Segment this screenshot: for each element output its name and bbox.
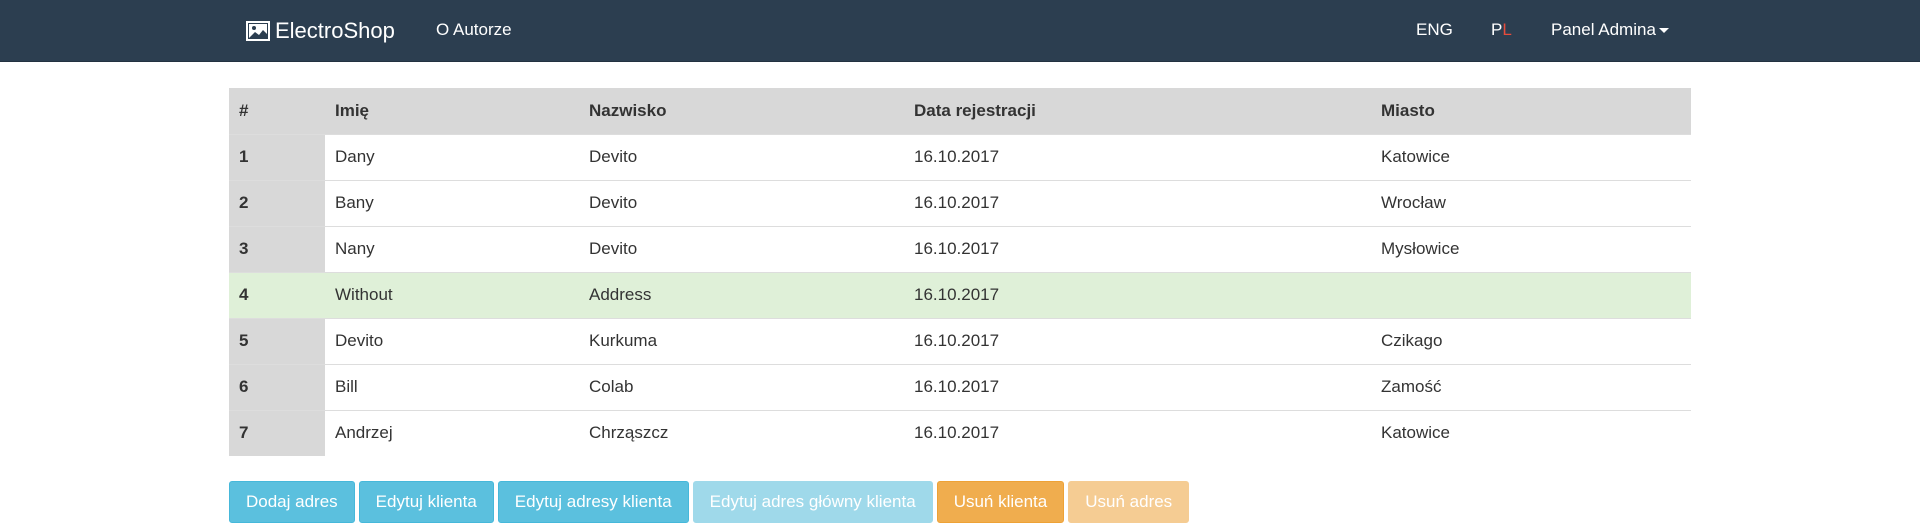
table-row[interactable]: 1 Dany Devito 16.10.2017 Katowice: [229, 134, 1691, 180]
city-cell: Zamość: [1381, 377, 1442, 396]
last-name-cell: Devito: [589, 147, 638, 166]
date-cell: 16.10.2017: [914, 423, 1000, 443]
table-row[interactable]: 3 Nany Devito 16.10.2017 Mysłowice: [229, 226, 1691, 272]
brand-link[interactable]: ElectroShop: [246, 14, 395, 48]
header-index: #: [239, 100, 249, 120]
date-cell: 16.10.2017: [914, 377, 1000, 396]
first-name-cell: Devito: [335, 331, 384, 350]
navbar: ElectroShop O Autorze ENG PL Panel Admin…: [0, 0, 1920, 62]
row-index: 6: [229, 364, 325, 410]
city-cell: Mysłowice: [1381, 239, 1460, 258]
header-last-name: Nazwisko: [589, 100, 667, 120]
row-index: 7: [229, 410, 325, 456]
table-row[interactable]: 2 Bany Devito 16.10.2017 Wrocław: [229, 180, 1691, 226]
lang-pl-l: L: [1502, 20, 1512, 39]
date-cell: 16.10.2017: [914, 331, 1000, 350]
date-cell: 16.10.2017: [904, 272, 1371, 318]
first-name-cell: Andrzej: [335, 423, 393, 443]
table-row[interactable]: 7 Andrzej Chrząszcz 16.10.2017 Katowice: [229, 410, 1691, 456]
row-index: 1: [229, 134, 325, 180]
table-row[interactable]: 6 Bill Colab 16.10.2017 Zamość: [229, 364, 1691, 410]
city-cell: Katowice: [1381, 423, 1450, 443]
city-cell: Katowice: [1381, 147, 1450, 166]
row-index: 2: [229, 180, 325, 226]
city-cell: Wrocław: [1381, 193, 1446, 212]
table-header-row: # Imię Nazwisko Data rejestracji Miasto: [229, 88, 1691, 134]
delete-address-button[interactable]: Usuń adres: [1068, 481, 1190, 523]
last-name-cell: Chrząszcz: [589, 423, 669, 443]
edit-client-button[interactable]: Edytuj klienta: [358, 481, 494, 523]
first-name-cell: Dany: [335, 147, 375, 166]
nav-about[interactable]: O Autorze: [436, 20, 512, 40]
lang-pl-p: P: [1491, 20, 1503, 39]
last-name-cell: Devito: [589, 193, 638, 212]
first-name-cell: Without: [325, 272, 579, 318]
last-name-cell: Devito: [589, 239, 638, 258]
action-buttons: Dodaj adres Edytuj klienta Edytuj adresy…: [229, 481, 1190, 523]
city-cell: [1371, 272, 1691, 318]
delete-client-button[interactable]: Usuń klienta: [936, 481, 1065, 523]
row-index: 3: [229, 226, 325, 272]
last-name-cell: Colab: [589, 377, 634, 396]
first-name-cell: Nany: [335, 239, 375, 258]
date-cell: 16.10.2017: [914, 147, 1000, 166]
table-row[interactable]: 5 Devito Kurkuma 16.10.2017 Czikago: [229, 318, 1691, 364]
edit-client-addresses-button[interactable]: Edytuj adresy klienta: [497, 481, 689, 523]
admin-panel-label: Panel Admina: [1551, 20, 1656, 39]
clients-table: # Imię Nazwisko Data rejestracji Miasto …: [229, 88, 1691, 456]
first-name-cell: Bill: [335, 377, 358, 396]
header-registration-date: Data rejestracji: [914, 100, 1036, 120]
add-address-button[interactable]: Dodaj adres: [229, 481, 355, 523]
nav-lang-eng[interactable]: ENG: [1416, 20, 1453, 40]
last-name-cell: Address: [579, 272, 904, 318]
brand-name: ElectroShop: [275, 18, 395, 43]
row-index: 4: [229, 272, 325, 318]
table-row-selected[interactable]: 4 Without Address 16.10.2017: [229, 272, 1691, 318]
date-cell: 16.10.2017: [914, 193, 1000, 212]
first-name-cell: Bany: [335, 193, 374, 212]
caret-down-icon: [1658, 28, 1669, 34]
row-index: 5: [229, 318, 325, 364]
header-first-name: Imię: [335, 100, 370, 120]
date-cell: 16.10.2017: [914, 239, 1000, 258]
last-name-cell: Kurkuma: [589, 331, 658, 350]
edit-main-address-button[interactable]: Edytuj adres główny klienta: [692, 481, 933, 523]
city-cell: Czikago: [1381, 331, 1443, 350]
clients-table-container: # Imię Nazwisko Data rejestracji Miasto …: [229, 88, 1691, 456]
header-city: Miasto: [1381, 100, 1435, 120]
image-icon: [246, 21, 270, 41]
nav-admin-dropdown[interactable]: Panel Admina: [1551, 20, 1669, 40]
nav-lang-pl[interactable]: PL: [1491, 20, 1512, 40]
